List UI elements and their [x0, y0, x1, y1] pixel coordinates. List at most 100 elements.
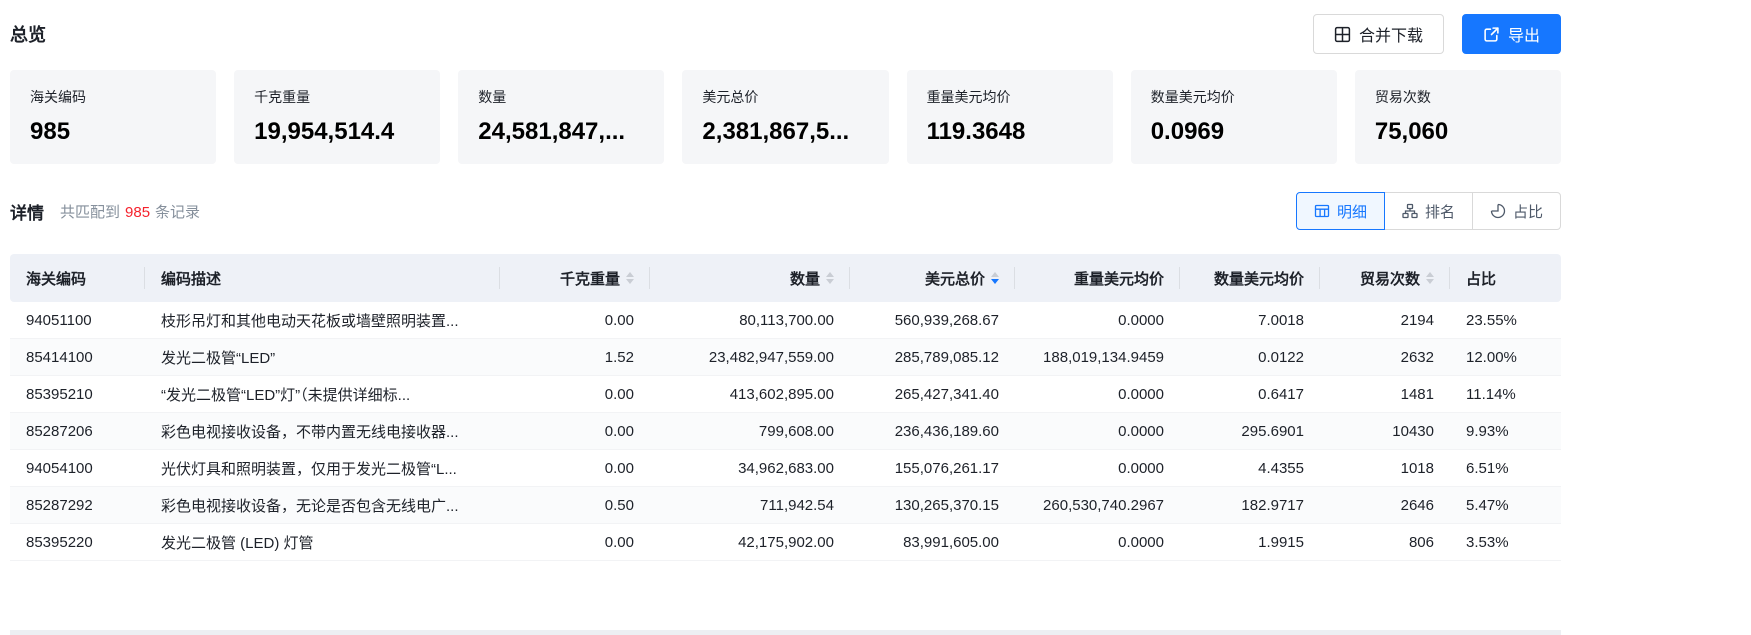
- col-label: 数量美元均价: [1214, 268, 1304, 289]
- cell-description: 光伏灯具和照明装置，仅用于发光二极管“L...: [145, 450, 500, 487]
- col-header-quantity-usd-avg: 数量美元均价: [1180, 254, 1320, 302]
- card-label: 千克重量: [254, 87, 420, 107]
- table-icon: [1314, 203, 1330, 219]
- col-label: 海关编码: [26, 268, 86, 289]
- card-label: 数量: [478, 87, 644, 107]
- col-header-usd-total[interactable]: 美元总价: [850, 254, 1015, 302]
- tab-ranking[interactable]: 排名: [1384, 192, 1473, 230]
- col-header-weight-usd-avg: 重量美元均价: [1015, 254, 1180, 302]
- cell-quantity-usd-avg: 0.6417: [1180, 376, 1320, 413]
- card-value: 24,581,847,...: [478, 118, 644, 146]
- horizontal-scrollbar[interactable]: [10, 630, 1561, 635]
- cell-proportion: 23.55%: [1450, 302, 1561, 339]
- card-label: 美元总价: [702, 87, 868, 107]
- cell-customs-code: 85287292: [10, 487, 145, 524]
- sort-up-caret: [626, 272, 634, 277]
- sort-up-caret: [1426, 272, 1434, 277]
- table-row: 85414100 发光二极管“LED” 1.52 23,482,947,559.…: [10, 339, 1561, 376]
- col-label: 重量美元均价: [1074, 268, 1164, 289]
- tab-label: 占比: [1513, 201, 1543, 222]
- cell-description: 彩色电视接收设备，不带内置无线电接收器...: [145, 413, 500, 450]
- cell-quantity: 413,602,895.00: [650, 376, 850, 413]
- cell-proportion: 5.47%: [1450, 487, 1561, 524]
- table-row: 85287206 彩色电视接收设备，不带内置无线电接收器... 0.00 799…: [10, 413, 1561, 450]
- cell-quantity-usd-avg: 295.6901: [1180, 413, 1320, 450]
- tab-proportion[interactable]: 占比: [1472, 192, 1561, 230]
- cell-customs-code: 94051100: [10, 302, 145, 339]
- ranking-icon: [1402, 203, 1418, 219]
- sort-icon[interactable]: [626, 272, 634, 284]
- col-header-kg-weight[interactable]: 千克重量: [500, 254, 650, 302]
- cell-weight-usd-avg: 260,530,740.2967: [1015, 487, 1180, 524]
- summary-card-weight-usd-avg: 重量美元均价 119.3648: [907, 70, 1113, 164]
- cell-quantity: 799,608.00: [650, 413, 850, 450]
- cell-kg-weight: 0.00: [500, 524, 650, 561]
- table-row: 85395210 “发光二极管“LED”灯”（未提供详细标... 0.00 41…: [10, 376, 1561, 413]
- summary-card-kg-weight: 千克重量 19,954,514.4: [234, 70, 440, 164]
- cell-quantity-usd-avg: 4.4355: [1180, 450, 1320, 487]
- details-title: 详情: [10, 199, 44, 224]
- cell-kg-weight: 0.00: [500, 376, 650, 413]
- cell-kg-weight: 0.00: [500, 450, 650, 487]
- cell-usd-total: 155,076,261.17: [850, 450, 1015, 487]
- card-value: 119.3648: [927, 118, 1093, 146]
- tab-detail[interactable]: 明细: [1296, 192, 1385, 230]
- cell-proportion: 12.00%: [1450, 339, 1561, 376]
- cell-usd-total: 130,265,370.15: [850, 487, 1015, 524]
- table-row: 85395220 发光二极管 (LED) 灯管 0.00 42,175,902.…: [10, 524, 1561, 561]
- cell-customs-code: 85287206: [10, 413, 145, 450]
- cell-quantity: 34,962,683.00: [650, 450, 850, 487]
- sort-down-caret: [1426, 279, 1434, 284]
- cell-customs-code: 85395220: [10, 524, 145, 561]
- sort-icon[interactable]: [826, 272, 834, 284]
- sort-up-caret: [991, 272, 999, 277]
- cell-description: 枝形吊灯和其他电动天花板或墙壁照明装置...: [145, 302, 500, 339]
- cell-usd-total: 560,939,268.67: [850, 302, 1015, 339]
- sort-icon[interactable]: [991, 272, 999, 284]
- cell-proportion: 3.53%: [1450, 524, 1561, 561]
- cell-customs-code: 85395210: [10, 376, 145, 413]
- cell-description: 彩色电视接收设备，无论是否包含无线电广...: [145, 487, 500, 524]
- sort-down-caret: [626, 279, 634, 284]
- sort-down-caret: [991, 279, 999, 284]
- match-suffix: 条记录: [155, 204, 200, 221]
- summary-cards: 海关编码 985 千克重量 19,954,514.4 数量 24,581,847…: [10, 70, 1561, 164]
- cell-trade-count: 2194: [1320, 302, 1450, 339]
- cell-quantity: 23,482,947,559.00: [650, 339, 850, 376]
- table-header-row: 海关编码 编码描述 千克重量 数量 美元总价 重量美元均价 数量: [10, 254, 1561, 302]
- cell-trade-count: 10430: [1320, 413, 1450, 450]
- tab-label: 排名: [1425, 201, 1455, 222]
- records-table: 海关编码 编码描述 千克重量 数量 美元总价 重量美元均价 数量: [10, 254, 1561, 561]
- cell-kg-weight: 0.50: [500, 487, 650, 524]
- cell-customs-code: 85414100: [10, 339, 145, 376]
- col-header-description: 编码描述: [145, 254, 500, 302]
- cell-quantity: 80,113,700.00: [650, 302, 850, 339]
- summary-card-trade-count: 贸易次数 75,060: [1355, 70, 1561, 164]
- export-icon: [1483, 26, 1500, 43]
- table-row: 94054100 光伏灯具和照明装置，仅用于发光二极管“L... 0.00 34…: [10, 450, 1561, 487]
- cell-quantity-usd-avg: 0.0122: [1180, 339, 1320, 376]
- cell-usd-total: 285,789,085.12: [850, 339, 1015, 376]
- cell-usd-total: 265,427,341.40: [850, 376, 1015, 413]
- sort-icon[interactable]: [1426, 272, 1434, 284]
- merge-download-button[interactable]: 合并下载: [1313, 14, 1444, 54]
- page: 总览 合并下载 导出: [0, 0, 1561, 635]
- cell-weight-usd-avg: 0.0000: [1015, 302, 1180, 339]
- col-header-quantity[interactable]: 数量: [650, 254, 850, 302]
- cell-usd-total: 83,991,605.00: [850, 524, 1015, 561]
- cell-weight-usd-avg: 0.0000: [1015, 450, 1180, 487]
- cell-proportion: 9.93%: [1450, 413, 1561, 450]
- cell-usd-total: 236,436,189.60: [850, 413, 1015, 450]
- export-button[interactable]: 导出: [1462, 14, 1561, 54]
- card-label: 贸易次数: [1375, 87, 1541, 107]
- cell-weight-usd-avg: 0.0000: [1015, 376, 1180, 413]
- cell-kg-weight: 1.52: [500, 339, 650, 376]
- col-header-customs-code: 海关编码: [10, 254, 145, 302]
- merge-download-icon: [1334, 26, 1351, 43]
- cell-weight-usd-avg: 0.0000: [1015, 413, 1180, 450]
- cell-trade-count: 2646: [1320, 487, 1450, 524]
- col-header-trade-count[interactable]: 贸易次数: [1320, 254, 1450, 302]
- card-value: 2,381,867,5...: [702, 118, 868, 146]
- top-bar: 总览 合并下载 导出: [10, 0, 1561, 54]
- card-value: 75,060: [1375, 118, 1541, 146]
